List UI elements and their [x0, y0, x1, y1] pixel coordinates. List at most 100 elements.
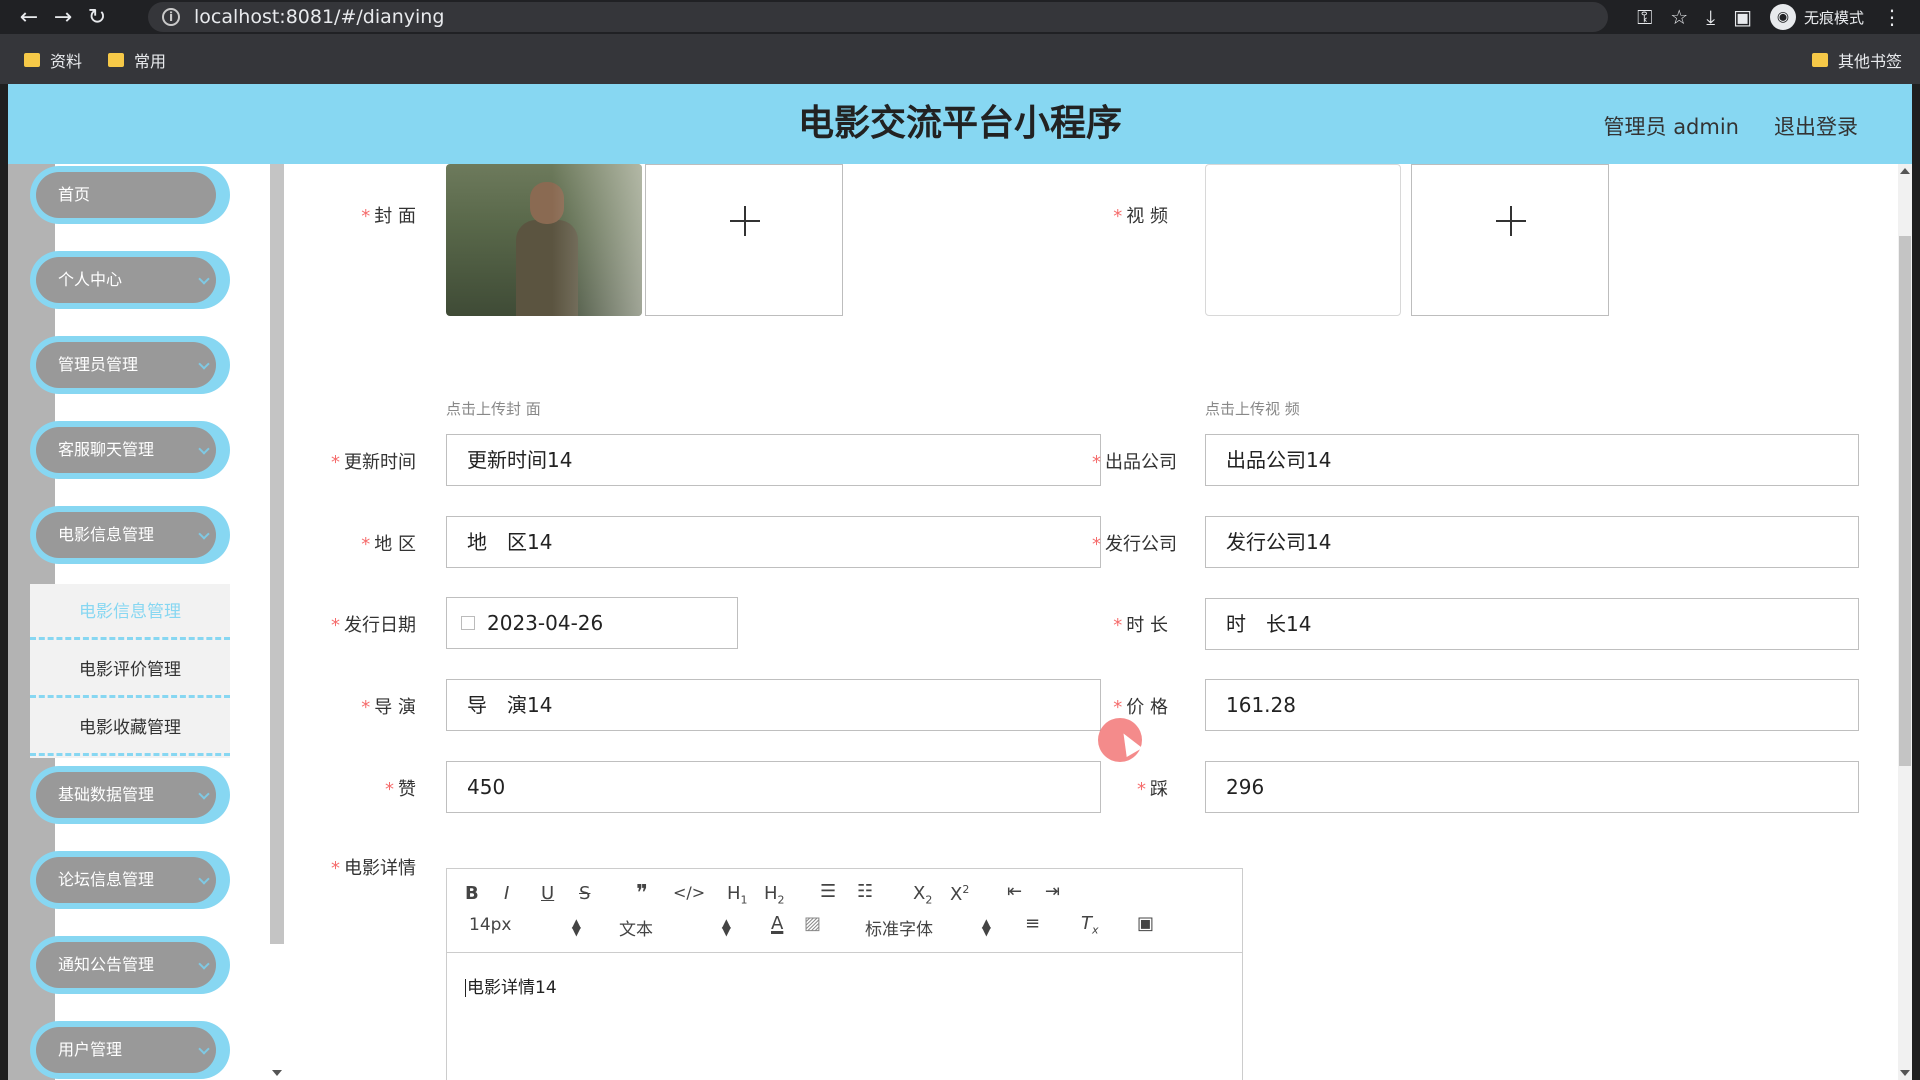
- region-input[interactable]: 地 区14: [446, 516, 1101, 568]
- sidebar-item-forum[interactable]: 论坛信息管理: [30, 851, 230, 909]
- block-type-value: 文本: [619, 920, 653, 940]
- logout-button[interactable]: 退出登录: [1774, 111, 1858, 141]
- incognito-profile[interactable]: ◉ 无痕模式: [1769, 4, 1864, 30]
- cover-upload-button[interactable]: [645, 164, 843, 316]
- h2-icon[interactable]: H2: [764, 883, 785, 907]
- video-label: * 视 频: [1113, 206, 1168, 227]
- indent-icon[interactable]: ⇥: [1045, 881, 1060, 902]
- forward-icon[interactable]: →: [46, 0, 80, 34]
- sidebar-item-movies[interactable]: 电影信息管理: [30, 506, 230, 564]
- dislikes-input[interactable]: 296: [1205, 761, 1859, 813]
- other-bookmarks[interactable]: 其他书签: [1811, 48, 1902, 72]
- video-upload-button[interactable]: [1411, 164, 1609, 316]
- release-date-picker[interactable]: 2023-04-26: [446, 597, 738, 649]
- divider: [30, 695, 230, 698]
- plus-icon-v: [744, 206, 746, 236]
- incognito-icon: ◉: [1769, 4, 1796, 30]
- key-icon[interactable]: ⚿: [1637, 5, 1652, 29]
- sidebar-item-chat[interactable]: 客服聊天管理: [30, 421, 230, 479]
- duration-input[interactable]: 时 长14: [1205, 598, 1859, 650]
- dislikes-label: * 踩: [1137, 779, 1168, 800]
- sidebar-item-profile[interactable]: 个人中心: [30, 251, 230, 309]
- strike-icon[interactable]: S: [579, 883, 590, 904]
- block-type-select[interactable]: 文本 ▲ ▼: [619, 915, 731, 940]
- cover-hint: 点击上传封 面: [446, 400, 541, 418]
- subscript-icon[interactable]: X2: [913, 883, 932, 907]
- folder-icon: [1811, 53, 1828, 67]
- video-preview[interactable]: [1205, 164, 1401, 316]
- scroll-down-icon[interactable]: [1900, 1070, 1910, 1076]
- likes-input[interactable]: 450: [446, 761, 1101, 813]
- code-icon[interactable]: </>: [673, 883, 705, 902]
- submenu-item-movie-review[interactable]: 电影评价管理: [30, 642, 230, 698]
- sidebar-item-notice[interactable]: 通知公告管理: [30, 936, 230, 994]
- scrollbar-thumb[interactable]: [1899, 236, 1911, 766]
- price-input[interactable]: 161.28: [1205, 679, 1859, 731]
- ordered-list-icon[interactable]: ☰: [820, 881, 836, 902]
- underline-icon[interactable]: U: [541, 883, 554, 904]
- sidebar-item-users[interactable]: 用户管理: [30, 1021, 230, 1079]
- submenu-label: 电影信息管理: [79, 602, 181, 622]
- background-color-icon[interactable]: ▨: [804, 913, 821, 934]
- outdent-icon[interactable]: ⇤: [1007, 881, 1022, 902]
- bold-icon[interactable]: B: [465, 883, 479, 904]
- image-icon[interactable]: ▣: [1137, 913, 1154, 934]
- h1-icon[interactable]: H1: [727, 883, 748, 907]
- scroll-up-icon[interactable]: [1900, 168, 1910, 174]
- sidebar-item-basedata[interactable]: 基础数据管理: [30, 766, 230, 824]
- submenu-item-movie-favorite[interactable]: 电影收藏管理: [30, 700, 230, 756]
- info-icon[interactable]: i: [162, 8, 180, 26]
- quote-icon[interactable]: ❞: [636, 881, 648, 906]
- sidebar-item-label: 管理员管理: [58, 355, 139, 374]
- sidebar-item-label: 论坛信息管理: [58, 870, 155, 889]
- bookmark-folder-changyong[interactable]: 常用: [108, 48, 166, 72]
- submenu-label: 电影收藏管理: [79, 718, 181, 738]
- folder-icon: [24, 53, 40, 67]
- sidebar-item-label: 用户管理: [58, 1040, 123, 1059]
- sidebar: 首页 个人中心 管理员管理 客服聊天管理 电影信息管理 电影信息管理 电影评价管…: [8, 164, 284, 1080]
- sidebar-item-admin[interactable]: 管理员管理: [30, 336, 230, 394]
- sidebar-item-home[interactable]: 首页: [30, 166, 230, 224]
- font-color-icon[interactable]: A: [771, 913, 783, 934]
- sidebar-item-label: 电影信息管理: [58, 525, 155, 544]
- submenu-item-movie-info[interactable]: 电影信息管理: [30, 584, 230, 640]
- superscript-icon[interactable]: X2: [950, 883, 969, 905]
- producer-label: * 出品公司: [1092, 452, 1177, 473]
- font-size-select[interactable]: 14px ▲ ▼: [469, 915, 581, 937]
- bullet-list-icon[interactable]: ☷: [857, 881, 873, 902]
- cover-image[interactable]: [446, 164, 642, 316]
- likes-label: * 赞: [385, 779, 416, 800]
- sidebar-item-label: 首页: [58, 185, 91, 204]
- producer-input[interactable]: 出品公司14: [1205, 434, 1859, 486]
- main-scrollbar[interactable]: [1898, 164, 1912, 1080]
- scrollbar-thumb[interactable]: [270, 164, 284, 944]
- font-family-select[interactable]: 标准字体 ▲ ▼: [865, 915, 991, 940]
- sidebar-item-label: 通知公告管理: [58, 955, 155, 974]
- update-time-input[interactable]: 更新时间14: [446, 434, 1101, 486]
- sidebar-scrollbar[interactable]: [270, 164, 284, 1080]
- region-label: * 地 区: [361, 534, 416, 555]
- align-icon[interactable]: ≡: [1025, 913, 1040, 934]
- clear-format-icon[interactable]: Tx: [1081, 913, 1099, 937]
- download-icon[interactable]: ⤓: [1706, 5, 1715, 29]
- address-bar[interactable]: i localhost:8081/#/dianying: [148, 2, 1608, 32]
- bookmark-label: 资料: [50, 52, 83, 71]
- select-arrows-icon: ▲ ▼: [981, 916, 991, 938]
- director-input[interactable]: 导 演14: [446, 679, 1101, 731]
- sidepanel-icon[interactable]: ▣: [1733, 5, 1752, 29]
- scroll-down-icon[interactable]: [272, 1070, 282, 1076]
- details-text: 电影详情14: [467, 978, 557, 998]
- distributor-input[interactable]: 发行公司14: [1205, 516, 1859, 568]
- bookmark-folder-ziliao[interactable]: 资料: [24, 48, 82, 72]
- user-info: 管理员 admin: [1603, 115, 1739, 139]
- menu-icon[interactable]: ⋮: [1882, 5, 1902, 29]
- reload-icon[interactable]: ↻: [80, 0, 114, 34]
- update-time-label: * 更新时间: [331, 452, 416, 473]
- back-icon[interactable]: ←: [12, 0, 46, 34]
- editor-content[interactable]: 电影详情14: [465, 973, 557, 998]
- italic-icon[interactable]: I: [504, 883, 509, 904]
- distributor-label: * 发行公司: [1092, 534, 1177, 555]
- star-icon[interactable]: ☆: [1670, 5, 1688, 29]
- price-label: * 价 格: [1113, 697, 1168, 718]
- sidebar-item-label: 基础数据管理: [58, 785, 155, 804]
